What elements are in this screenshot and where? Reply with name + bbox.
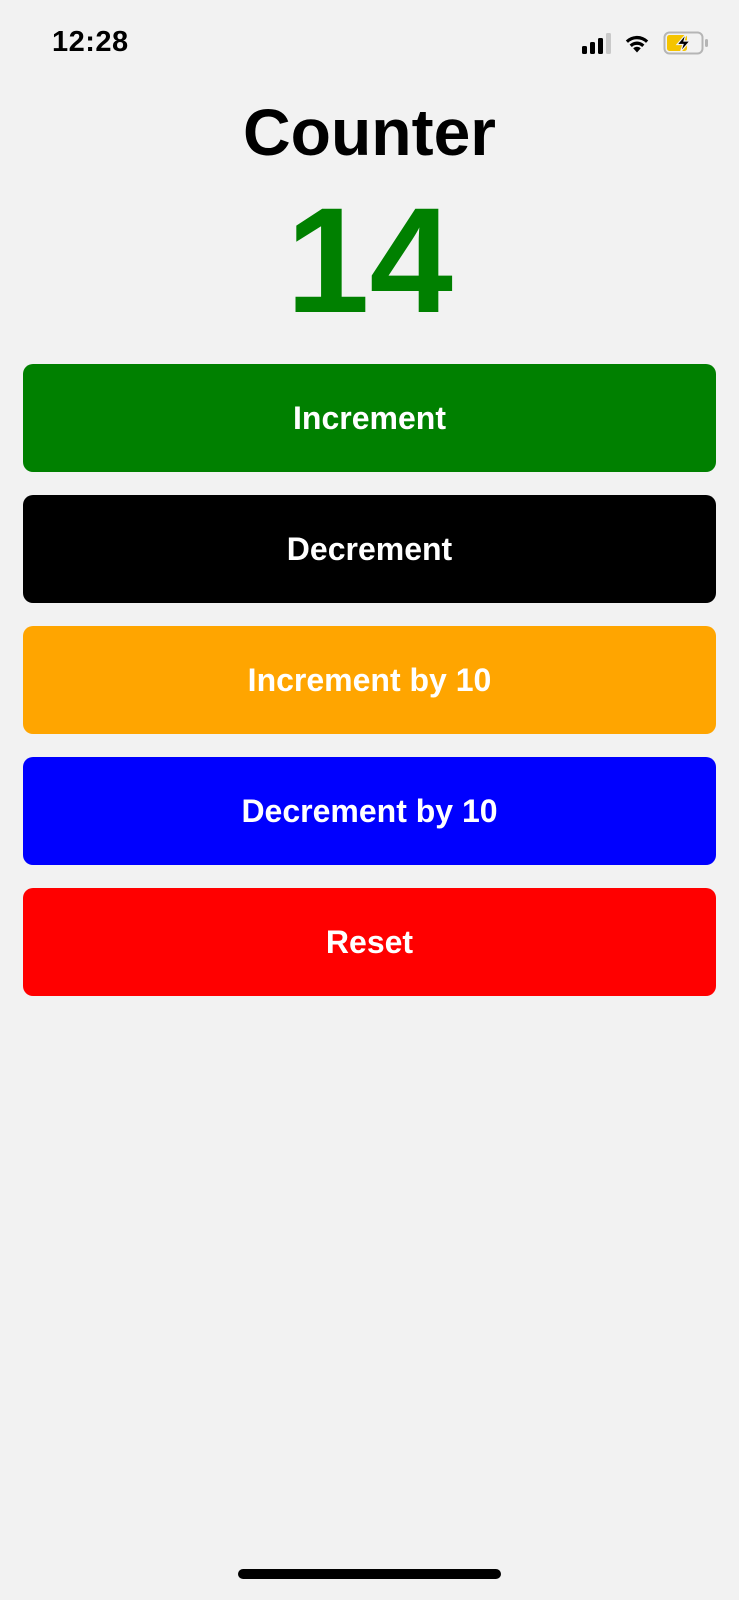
battery-charging-icon bbox=[663, 31, 709, 55]
page-title: Counter bbox=[243, 95, 496, 169]
wifi-icon bbox=[623, 32, 651, 54]
cellular-signal-icon bbox=[582, 32, 611, 54]
button-list: Increment Decrement Increment by 10 Decr… bbox=[23, 364, 716, 1019]
counter-value: 14 bbox=[286, 176, 453, 344]
increment-by-10-button[interactable]: Increment by 10 bbox=[23, 626, 716, 734]
increment-button[interactable]: Increment bbox=[23, 364, 716, 472]
decrement-by-10-button[interactable]: Decrement by 10 bbox=[23, 757, 716, 865]
status-time: 12:28 bbox=[52, 26, 129, 58]
home-indicator[interactable] bbox=[238, 1569, 501, 1579]
reset-button[interactable]: Reset bbox=[23, 888, 716, 996]
status-icons bbox=[582, 31, 709, 55]
status-bar: 12:28 bbox=[0, 0, 739, 90]
decrement-button[interactable]: Decrement bbox=[23, 495, 716, 603]
